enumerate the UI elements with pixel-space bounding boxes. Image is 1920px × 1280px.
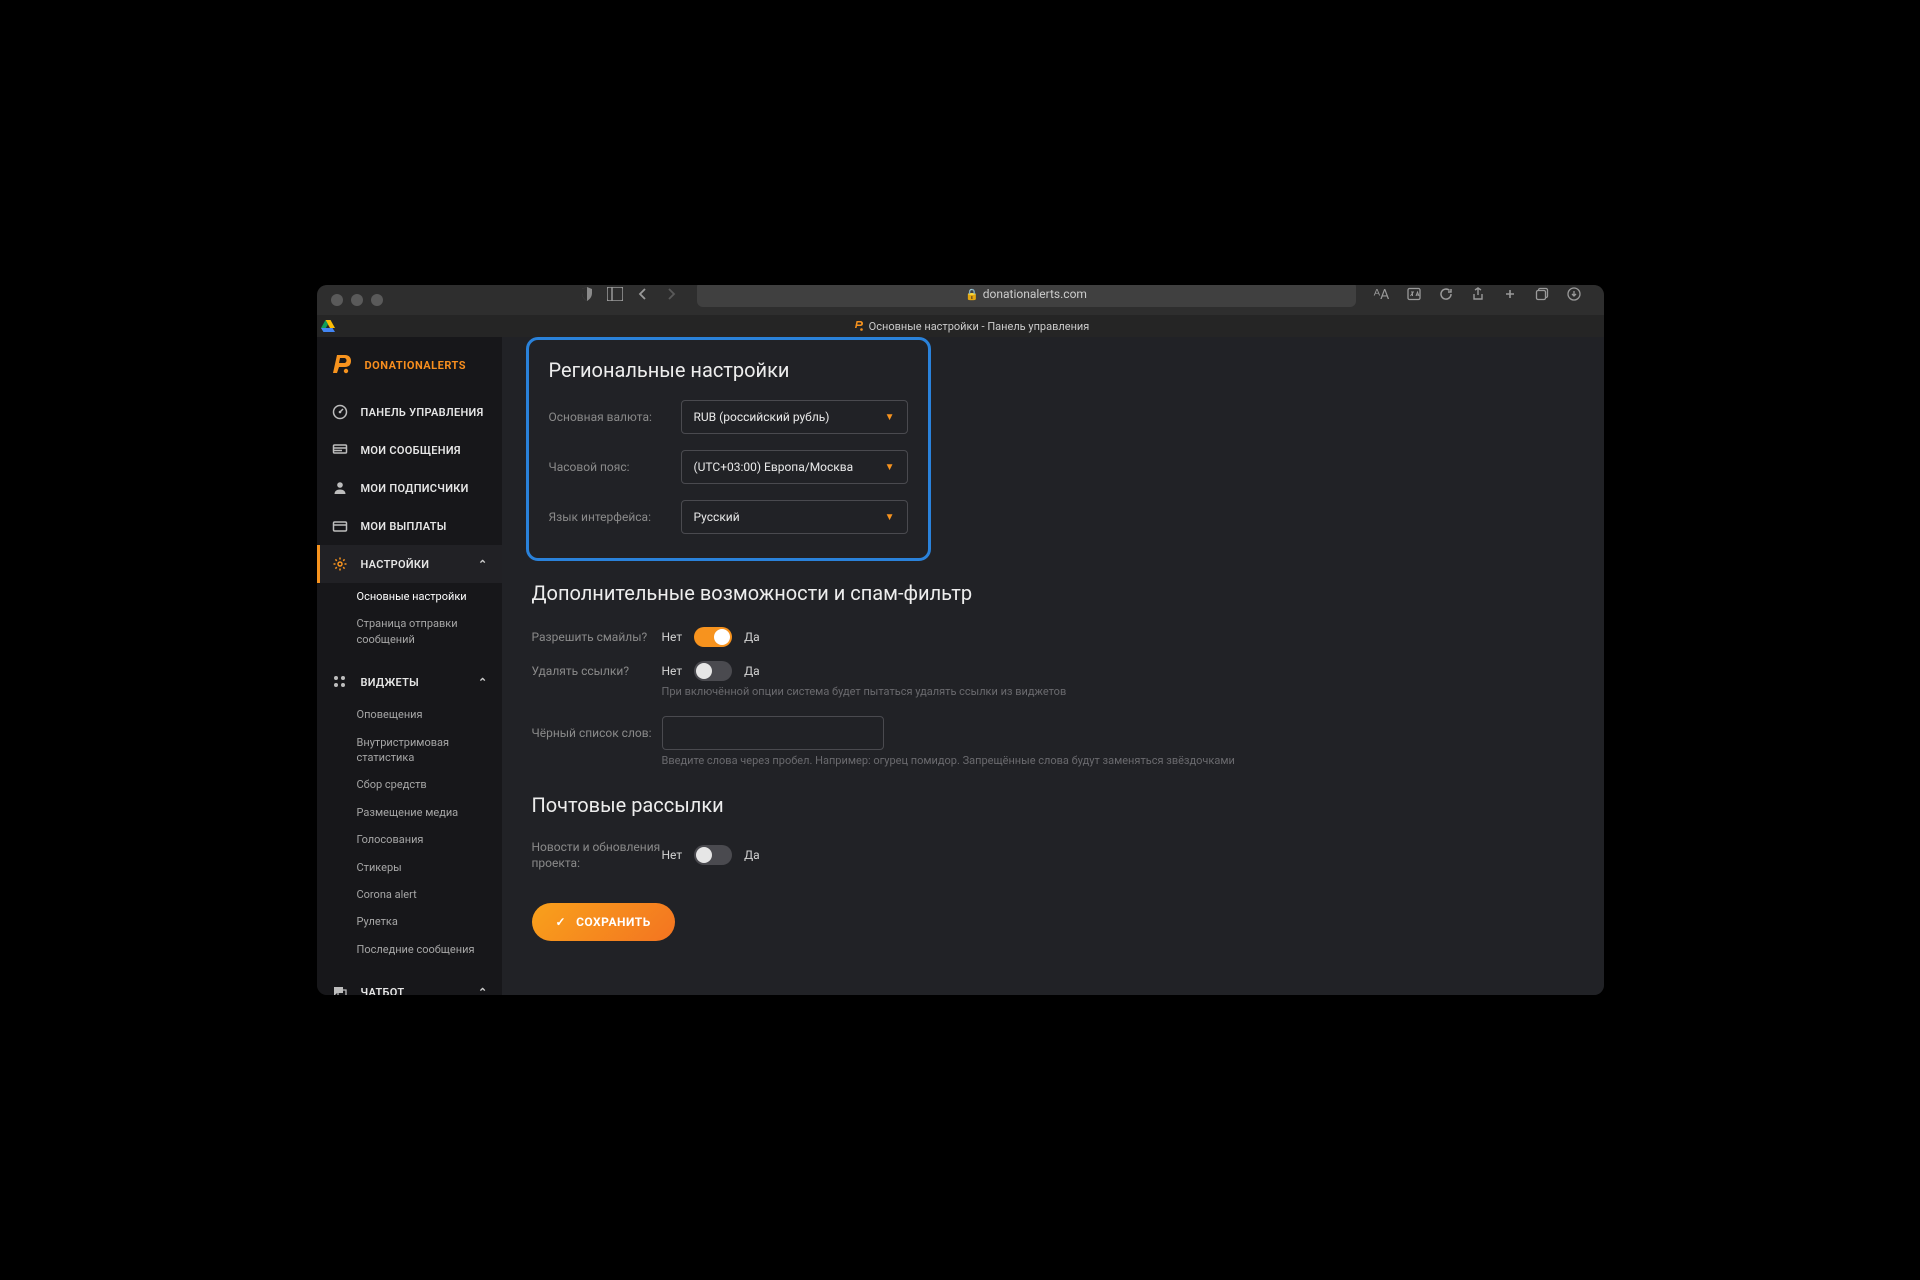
minimize-dot[interactable] <box>351 294 363 306</box>
chevron-down-icon: ▼ <box>885 462 895 473</box>
nav-label: МОИ ВЫПЛАТЫ <box>361 520 447 533</box>
sidebar-item-payouts[interactable]: МОИ ВЫПЛАТЫ <box>317 507 502 545</box>
extras-title: Дополнительные возможности и спам-фильтр <box>532 581 1604 605</box>
links-hint: При включённой опции система будет пытат… <box>662 685 1262 698</box>
save-button[interactable]: ✓ СОХРАНИТЬ <box>532 903 675 941</box>
sidebar-sub-roulette[interactable]: Рулетка <box>317 908 502 935</box>
smileys-label: Разрешить смайлы? <box>532 629 662 645</box>
regional-settings-card: Региональные настройки Основная валюта: … <box>526 337 931 561</box>
sidebar-item-chatbot[interactable]: ЧАТБОТ ⌃ <box>317 973 502 995</box>
user-icon <box>331 479 349 497</box>
chevron-up-icon: ⌃ <box>478 558 488 571</box>
blacklist-input[interactable] <box>662 716 884 750</box>
widgets-icon <box>331 673 349 691</box>
main-content: Региональные настройки Основная валюта: … <box>502 337 1604 995</box>
sidebar-toggle-icon[interactable] <box>605 285 625 304</box>
sidebar-item-messages[interactable]: МОИ СООБЩЕНИЯ <box>317 431 502 469</box>
sidebar-item-settings[interactable]: НАСТРОЙКИ ⌃ <box>317 545 502 583</box>
maximize-dot[interactable] <box>371 294 383 306</box>
option-yes: Да <box>744 664 760 678</box>
reload-icon[interactable] <box>1436 285 1456 304</box>
brand[interactable]: DONATIONALERTS <box>317 337 502 393</box>
option-yes: Да <box>744 848 760 862</box>
smileys-toggle[interactable] <box>694 627 732 647</box>
chevron-down-icon: ▼ <box>885 412 895 423</box>
sidebar-sub-corona[interactable]: Corona alert <box>317 881 502 908</box>
news-toggle[interactable] <box>694 845 732 865</box>
sidebar-item-dashboard[interactable]: ПАНЕЛЬ УПРАВЛЕНИЯ <box>317 393 502 431</box>
lock-icon: 🔒 <box>965 288 979 301</box>
reader-icon[interactable]: ᴬA <box>1372 285 1392 304</box>
sidebar-sub-recent-messages[interactable]: Последние сообщения <box>317 936 502 963</box>
option-no: Нет <box>662 630 683 644</box>
links-label: Удалять ссылки? <box>532 663 662 679</box>
news-label: Новости и обновления проекта: <box>532 839 662 871</box>
toolbar-right: ᴬA <box>1372 285 1584 304</box>
currency-label: Основная валюта: <box>549 410 681 424</box>
blacklist-label: Чёрный список слов: <box>532 725 662 741</box>
sidebar-sub-general-settings[interactable]: Основные настройки <box>317 583 502 610</box>
nav-label: НАСТРОЙКИ <box>361 558 430 571</box>
brand-logo-icon <box>331 353 355 377</box>
remove-links-toggle[interactable] <box>694 661 732 681</box>
regional-title: Региональные настройки <box>549 358 908 382</box>
timezone-label: Часовой пояс: <box>549 460 681 474</box>
sidebar-item-widgets[interactable]: ВИДЖЕТЫ ⌃ <box>317 663 502 701</box>
nav-label: МОИ СООБЩЕНИЯ <box>361 444 461 457</box>
traffic-lights <box>331 294 383 306</box>
option-no: Нет <box>662 664 683 678</box>
language-select[interactable]: Русский ▼ <box>681 500 908 534</box>
sidebar-sub-polls[interactable]: Голосования <box>317 826 502 853</box>
chevron-down-icon: ▼ <box>885 512 895 523</box>
tab-title[interactable]: Основные настройки - Панель управления <box>339 320 1604 333</box>
sidebar-sub-send-page[interactable]: Страница отправки сообщений <box>317 610 502 653</box>
tab-bar: Основные настройки - Панель управления <box>317 315 1604 337</box>
chat-icon <box>331 983 349 995</box>
nav-label: ВИДЖЕТЫ <box>361 676 420 689</box>
back-button[interactable] <box>633 285 653 304</box>
nav-label: МОИ ПОДПИСЧИКИ <box>361 482 469 495</box>
sidebar-item-subscribers[interactable]: МОИ ПОДПИСЧИКИ <box>317 469 502 507</box>
shield-icon[interactable] <box>577 285 597 304</box>
brand-name: DONATIONALERTS <box>365 359 467 372</box>
translate-icon[interactable] <box>1404 285 1424 304</box>
tabs-icon[interactable] <box>1532 285 1552 304</box>
window-titlebar: 🔒 donationalerts.com ᴬA <box>317 285 1604 315</box>
download-icon[interactable] <box>1564 285 1584 304</box>
gear-icon <box>331 555 349 573</box>
forward-button[interactable] <box>661 285 681 304</box>
share-icon[interactable] <box>1468 285 1488 304</box>
chevron-up-icon: ⌃ <box>478 676 488 689</box>
nav-label: ПАНЕЛЬ УПРАВЛЕНИЯ <box>361 406 484 419</box>
url-text: donationalerts.com <box>983 287 1087 301</box>
mail-title: Почтовые рассылки <box>532 793 1604 817</box>
sidebar-sub-stickers[interactable]: Стикеры <box>317 854 502 881</box>
sidebar-sub-stream-stats[interactable]: Внутристримовая статистика <box>317 729 502 772</box>
url-bar[interactable]: 🔒 donationalerts.com <box>697 285 1356 307</box>
drive-extension-icon[interactable] <box>317 315 339 337</box>
blacklist-hint: Введите слова через пробел. Например: ог… <box>662 754 1262 767</box>
card-icon <box>331 517 349 535</box>
check-icon: ✓ <box>556 915 567 929</box>
timezone-select[interactable]: (UTC+03:00) Европа/Москва ▼ <box>681 450 908 484</box>
messages-icon <box>331 441 349 459</box>
sidebar-sub-fundraising[interactable]: Сбор средств <box>317 771 502 798</box>
new-tab-icon[interactable] <box>1500 285 1520 304</box>
sidebar-sub-alerts[interactable]: Оповещения <box>317 701 502 728</box>
sidebar: DONATIONALERTS ПАНЕЛЬ УПРАВЛЕНИЯ МОИ СОО… <box>317 337 502 995</box>
option-no: Нет <box>662 848 683 862</box>
browser-window: 🔒 donationalerts.com ᴬA Основные настрой… <box>317 285 1604 995</box>
sidebar-sub-media[interactable]: Размещение медиа <box>317 799 502 826</box>
nav-label: ЧАТБОТ <box>361 986 405 995</box>
close-dot[interactable] <box>331 294 343 306</box>
currency-select[interactable]: RUB (российский рубль) ▼ <box>681 400 908 434</box>
favicon-icon <box>853 320 865 332</box>
gauge-icon <box>331 403 349 421</box>
language-label: Язык интерфейса: <box>549 510 681 524</box>
option-yes: Да <box>744 630 760 644</box>
chevron-up-icon: ⌃ <box>478 986 488 995</box>
